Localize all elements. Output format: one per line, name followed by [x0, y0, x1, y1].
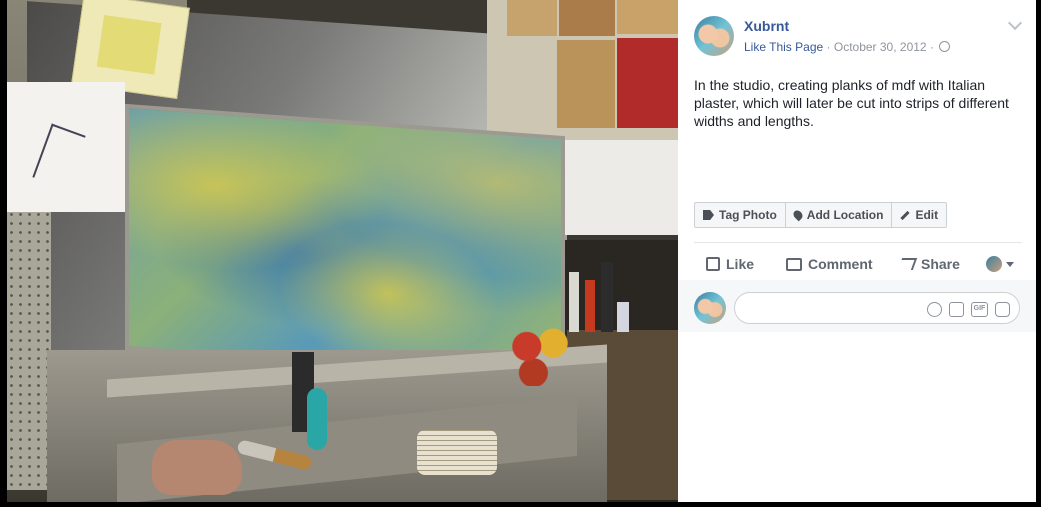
comment-button[interactable]: Comment: [786, 256, 873, 272]
share-button[interactable]: Share: [897, 256, 960, 272]
commenter-avatar: [694, 292, 726, 324]
post-side-panel: Xubrnt Like This Page · October 30, 2012…: [678, 0, 1036, 502]
like-page-link[interactable]: Like This Page: [744, 40, 823, 54]
pencil-icon: [900, 210, 911, 220]
meta-separator: ·: [929, 40, 934, 54]
camera-icon[interactable]: [949, 302, 964, 317]
globe-icon[interactable]: [939, 41, 951, 52]
photo-trowel-handle: [307, 388, 327, 450]
photo-cell: [617, 0, 678, 34]
divider: [694, 242, 1022, 243]
post-actions: Like Comment Share: [694, 250, 1022, 278]
sticker-icon[interactable]: [995, 302, 1010, 317]
like-button[interactable]: Like: [706, 256, 754, 272]
photo-toolbar: Tag Photo Add Location Edit: [694, 202, 948, 228]
mini-avatar: [986, 256, 1002, 272]
post-date[interactable]: October 30, 2012: [834, 40, 927, 54]
comment-composer: GIF: [678, 280, 1036, 332]
photo-cell: [617, 38, 678, 128]
tag-photo-label: Tag Photo: [719, 208, 777, 222]
photo[interactable]: [7, 0, 678, 502]
photo-cell: [559, 0, 615, 36]
photo-bottles: [569, 262, 629, 334]
photo-cell: [507, 0, 557, 36]
caret-down-icon: [1006, 261, 1014, 267]
photo-plaster-panel: [125, 103, 565, 383]
comment-tools: GIF: [927, 302, 1010, 317]
tag-icon: [703, 210, 714, 220]
tag-photo-button[interactable]: Tag Photo: [695, 203, 786, 227]
like-label: Like: [726, 256, 755, 272]
add-location-button[interactable]: Add Location: [786, 203, 893, 227]
photo-shelf-grid: [497, 0, 678, 130]
comment-icon: [786, 257, 802, 271]
author-avatar[interactable]: [694, 16, 734, 56]
edit-label: Edit: [915, 208, 939, 222]
thumbs-up-icon: [706, 257, 720, 271]
photo-paint-cups: [507, 320, 573, 386]
photo-plates: [417, 430, 497, 475]
photo-rag: [152, 440, 242, 495]
gif-icon[interactable]: GIF: [971, 302, 988, 317]
share-label: Share: [921, 256, 960, 272]
meta-separator: ·: [826, 40, 831, 54]
audience-selector[interactable]: [986, 256, 1014, 272]
photo-viewer: Xubrnt Like This Page · October 30, 2012…: [0, 0, 1041, 507]
share-icon: [897, 258, 918, 270]
post-meta: Like This Page · October 30, 2012 ·: [744, 40, 951, 54]
photo-white-board: [555, 140, 678, 235]
edit-button[interactable]: Edit: [892, 203, 946, 227]
photo-pegboard: [7, 210, 51, 490]
comment-label: Comment: [808, 256, 873, 272]
author-name[interactable]: Xubrnt: [744, 18, 789, 34]
post-caption: In the studio, creating planks of mdf wi…: [694, 77, 1009, 129]
location-pin-icon: [791, 208, 805, 222]
emoji-icon[interactable]: [927, 302, 942, 317]
chevron-down-icon[interactable]: [1007, 15, 1023, 31]
add-location-label: Add Location: [806, 208, 884, 222]
photo-cell: [557, 40, 615, 128]
